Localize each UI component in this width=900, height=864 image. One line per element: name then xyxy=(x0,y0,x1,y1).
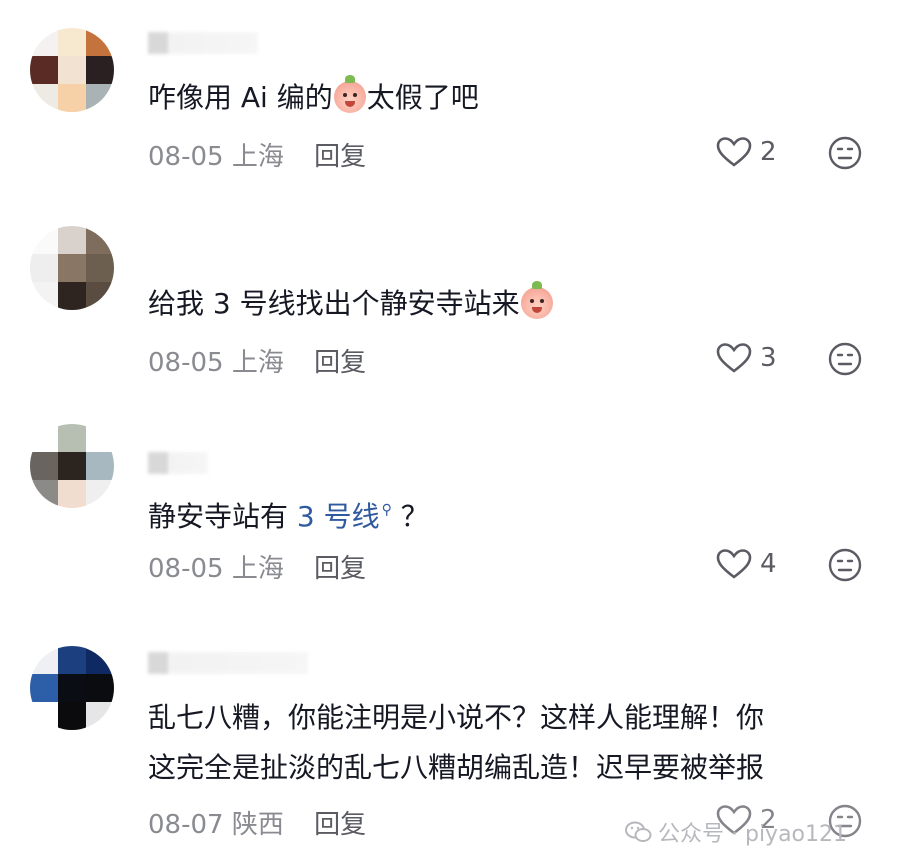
comment-text-line[interactable]: 这完全是扯淡的乱七八糟胡编乱造！迟早要被举报 xyxy=(148,742,764,794)
avatar[interactable] xyxy=(30,226,114,310)
like-button[interactable]: 3 xyxy=(716,342,777,374)
comment-text[interactable]: 静安寺站有 3 号线 ⚲ ？ xyxy=(148,484,429,543)
watermark: 公众号 · piyao121 xyxy=(624,816,847,848)
comment-text-part: 乱七八糟，你能注明是小说不？这样人能理解！你 xyxy=(148,701,765,734)
comment-text-line[interactable]: 乱七八糟，你能注明是小说不？这样人能理解！你 xyxy=(148,692,764,744)
peach-emoji-icon xyxy=(333,75,366,113)
like-count: 4 xyxy=(760,549,777,579)
wechat-icon xyxy=(625,821,652,842)
search-icon: ⚲ xyxy=(381,502,392,518)
comment-text-part: 咋像用 Ai 编的 xyxy=(148,81,333,114)
username-redacted xyxy=(148,452,208,474)
comment-meta: 08-05 上海 回复 xyxy=(148,136,366,173)
comment-text-part: 给我 3 号线找出个静安寺站来 xyxy=(148,287,520,320)
comment-text[interactable]: 给我 3 号线找出个静安寺站来 xyxy=(148,278,554,330)
peach-emoji-icon xyxy=(520,281,553,319)
meh-face-icon[interactable] xyxy=(828,342,862,376)
meh-face-icon[interactable] xyxy=(828,548,862,582)
comment-meta: 08-05 上海 回复 xyxy=(148,342,366,379)
comment-text-part: 太假了吧 xyxy=(366,81,479,114)
username-redacted xyxy=(148,652,308,674)
heart-icon xyxy=(716,137,752,167)
comment-meta: 08-07 陕西 回复 xyxy=(148,804,366,841)
comment-text-part: 静安寺站有 xyxy=(148,500,297,533)
comment-date: 08-05 xyxy=(148,554,224,584)
heart-icon xyxy=(716,343,752,373)
reply-button[interactable]: 回复 xyxy=(314,554,366,584)
comment-location: 上海 xyxy=(231,554,284,584)
comment-date: 08-07 xyxy=(148,810,224,840)
comment-text-part: ？ xyxy=(391,500,429,533)
reply-button[interactable]: 回复 xyxy=(314,142,366,172)
comment-date: 08-05 xyxy=(148,348,224,378)
reply-button[interactable]: 回复 xyxy=(314,810,366,840)
comment-text-part: 这完全是扯淡的乱七八糟胡编乱造！迟早要被举报 xyxy=(148,751,765,784)
heart-icon xyxy=(716,549,752,579)
comment-location: 上海 xyxy=(231,142,284,172)
comment-text[interactable]: 咋像用 Ai 编的 太假了吧 xyxy=(148,72,479,124)
avatar[interactable] xyxy=(30,424,114,508)
avatar[interactable] xyxy=(30,646,114,730)
reply-button[interactable]: 回复 xyxy=(314,348,366,378)
avatar[interactable] xyxy=(30,28,114,112)
like-button[interactable]: 2 xyxy=(716,136,777,168)
comment-location: 陕西 xyxy=(231,810,284,840)
meh-face-icon[interactable] xyxy=(828,136,862,170)
like-button[interactable]: 4 xyxy=(716,548,777,580)
like-count: 2 xyxy=(760,137,777,167)
comment-date: 08-05 xyxy=(148,142,224,172)
username-redacted xyxy=(148,32,258,54)
watermark-text: 公众号 · piyao121 xyxy=(658,822,848,847)
like-count: 3 xyxy=(760,343,777,373)
comment-meta: 08-05 上海 回复 xyxy=(148,548,366,585)
comment-location: 上海 xyxy=(231,348,284,378)
search-link-label: 3 号线 xyxy=(296,500,380,533)
search-link[interactable]: 3 号线 ⚲ xyxy=(297,500,392,533)
